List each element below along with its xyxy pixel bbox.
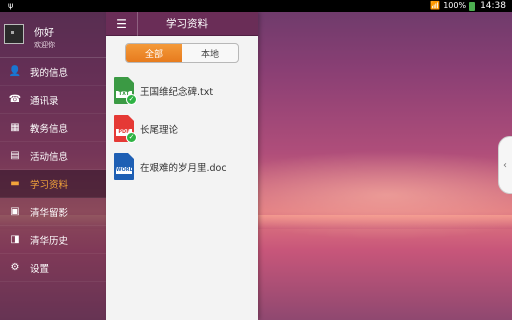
battery-percent: 100%	[443, 1, 467, 10]
menu-item-label: 我的信息	[30, 67, 69, 79]
drawer-menu: 👤 我的信息 ☎ 通讯录 ▦ 教务信息 ▤ 活动信息 ▬ 学习资料 ▣ 清华留影…	[0, 58, 106, 282]
folder-icon: ▬	[10, 178, 20, 189]
panel-header: ☰ 学习资料	[106, 11, 258, 36]
history-icon: ◨	[10, 234, 20, 245]
document-icon: ▤	[10, 150, 20, 161]
gear-icon: ⚙	[10, 262, 20, 273]
avatar[interactable]	[4, 24, 24, 44]
menu-item-label: 清华历史	[30, 235, 69, 247]
navigation-drawer: 你好 欢迎你 👤 我的信息 ☎ 通讯录 ▦ 教务信息 ▤ 活动信息 ▬ 学习资料…	[0, 12, 106, 320]
welcome-text: 欢迎你	[34, 41, 55, 49]
academic-icon: ▦	[10, 122, 20, 133]
word-file-icon: WORD	[114, 153, 136, 181]
list-item[interactable]: PDF ✓ 长尾理论	[106, 110, 258, 148]
tab-all[interactable]: 全部	[126, 44, 182, 62]
txt-file-icon: TXT ✓	[114, 77, 137, 105]
downloaded-check-icon: ✓	[126, 94, 137, 105]
phone-icon: ☎	[8, 94, 22, 105]
list-item[interactable]: WORD 在艰难的岁月里.doc	[106, 148, 258, 186]
filter-segmented-control: 全部 本地	[125, 43, 239, 63]
side-drawer-handle[interactable]: ‹	[498, 136, 512, 194]
menu-item-label: 清华留影	[30, 207, 69, 219]
file-name: 在艰难的岁月里.doc	[140, 163, 227, 174]
file-list: TXT ✓ 王国维纪念碑.txt PDF ✓ 长尾理论 WORD 在艰难的岁月里…	[106, 72, 258, 186]
usb-icon: ψ	[8, 1, 14, 10]
menu-item-label: 活动信息	[30, 151, 69, 163]
menu-item-study-materials[interactable]: ▬ 学习资料	[0, 170, 106, 198]
wifi-icon: 📶	[430, 1, 441, 10]
menu-item-contacts[interactable]: ☎ 通讯录	[0, 86, 106, 114]
photo-icon: ▣	[10, 206, 20, 217]
page-title: 学习资料	[166, 18, 208, 30]
person-icon: 👤	[8, 66, 22, 77]
tab-local[interactable]: 本地	[182, 44, 238, 62]
greeting-text: 你好	[34, 28, 54, 39]
profile-header[interactable]: 你好 欢迎你	[0, 12, 106, 58]
menu-item-label: 通讯录	[30, 95, 59, 107]
list-item[interactable]: TXT ✓ 王国维纪念碑.txt	[106, 72, 258, 110]
menu-item-academic-info[interactable]: ▦ 教务信息	[0, 114, 106, 142]
battery-icon	[469, 1, 476, 11]
study-materials-panel: ☰ 学习资料 全部 本地 TXT ✓ 王国维纪念碑.txt PDF ✓ 长尾理论	[106, 11, 258, 320]
file-name: 王国维纪念碑.txt	[140, 87, 214, 98]
menu-item-label: 教务信息	[30, 123, 69, 135]
menu-item-activity-info[interactable]: ▤ 活动信息	[0, 142, 106, 170]
menu-item-label: 设置	[30, 263, 50, 275]
clock: 14:38	[480, 1, 506, 11]
file-name: 长尾理论	[140, 125, 179, 136]
menu-item-my-info[interactable]: 👤 我的信息	[0, 58, 106, 86]
menu-item-settings[interactable]: ⚙ 设置	[0, 254, 106, 282]
menu-item-label: 学习资料	[30, 179, 69, 191]
menu-item-photos[interactable]: ▣ 清华留影	[0, 198, 106, 226]
menu-list-icon[interactable]: ☰	[106, 11, 138, 36]
menu-item-history[interactable]: ◨ 清华历史	[0, 226, 106, 254]
chevron-left-icon: ‹	[503, 159, 507, 171]
status-bar: ψ 📶 100% 14:38	[0, 0, 512, 12]
pdf-file-icon: PDF ✓	[114, 115, 137, 143]
downloaded-check-icon: ✓	[126, 132, 137, 143]
